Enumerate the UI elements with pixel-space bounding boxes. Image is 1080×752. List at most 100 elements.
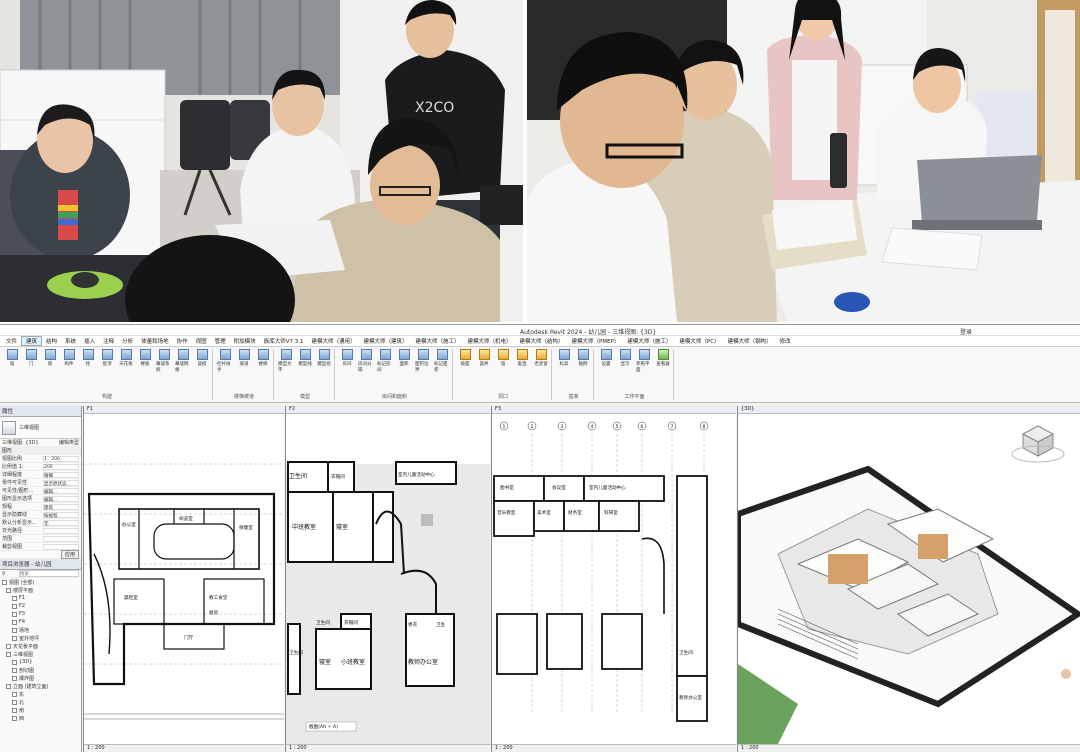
ribbon-button-2-1[interactable]: 模型线	[297, 349, 313, 373]
browser-item[interactable]: {3D}	[0, 658, 81, 666]
browser-item[interactable]: 三维视图	[0, 650, 81, 658]
view-f2[interactable]: F2 卫生间 衣帽间 室内儿童活动中心 中班教室 寝室 卫生间 衣帽间 更衣 卫…	[285, 406, 490, 752]
tab-9[interactable]: 视图	[192, 337, 211, 345]
tab-7[interactable]: 体量和场地	[137, 337, 173, 345]
ribbon-button-1-1[interactable]: 坡道	[236, 349, 252, 373]
tab-8[interactable]: 协作	[173, 337, 192, 345]
ribbon-button-3-1[interactable]: 房间分隔	[358, 349, 374, 373]
tab-19[interactable]: 建模大师（施工）	[623, 337, 675, 345]
ribbon-button-0-2[interactable]: 窗	[42, 349, 58, 373]
ribbon-button-4-4[interactable]: 老虎窗	[533, 349, 549, 367]
tab-0[interactable]: 文件	[2, 337, 21, 345]
view-icon	[12, 707, 17, 713]
ribbon-button-1-0[interactable]: 栏杆扶手	[217, 349, 233, 373]
ribbon-button-1-2[interactable]: 楼梯	[255, 349, 271, 373]
tab-2[interactable]: 结构	[42, 337, 61, 345]
tab-15[interactable]: 建模大师（施工）	[411, 337, 463, 345]
tab-6[interactable]: 分析	[118, 337, 137, 345]
ribbon-button-6-2[interactable]: 参照平面	[636, 349, 652, 373]
f1-room-kitchen: 厨房	[209, 609, 219, 616]
property-value[interactable]: 无	[43, 519, 79, 527]
edit-type-button[interactable]: 编辑类型	[59, 439, 79, 446]
tab-20[interactable]: 建模大师（PC）	[675, 337, 723, 345]
browser-item[interactable]: 视图 (全部)	[0, 578, 81, 586]
browser-item[interactable]: 东	[0, 690, 81, 698]
ribbon-button-0-7[interactable]: 楼板	[137, 349, 153, 373]
ribbon-button-3-3[interactable]: 面积	[396, 349, 412, 373]
property-value[interactable]	[43, 527, 79, 534]
tab-3[interactable]: 系统	[61, 337, 80, 345]
browser-item[interactable]: F1	[0, 594, 81, 602]
tab-1[interactable]: 建筑	[21, 336, 43, 346]
browser-item[interactable]: 立面 (建筑立面)	[0, 682, 81, 690]
property-value[interactable]: 编辑...	[43, 495, 79, 503]
browser-item[interactable]: 西	[0, 714, 81, 722]
tab-17[interactable]: 建模大师（结构）	[516, 337, 568, 345]
ribbon-button-3-0[interactable]: 房间	[339, 349, 355, 373]
property-value[interactable]: 显示原状态	[43, 479, 79, 487]
ribbon-button-6-1[interactable]: 显示	[617, 349, 633, 373]
tab-22[interactable]: 修改	[776, 337, 795, 345]
property-value[interactable]: 1 : 200	[43, 455, 79, 462]
ribbon-button-0-6[interactable]: 天花板	[118, 349, 134, 373]
sign-in-link[interactable]: 登录	[960, 327, 972, 336]
view-selector[interactable]: 三维视图: {3D}	[2, 439, 39, 446]
ribbon-button-0-10[interactable]: 竖梃	[194, 349, 210, 373]
view-f1[interactable]: F1 办公室 阅览室 保健室 晨检室 教工食堂 厨房 门厅 1: 200	[83, 406, 284, 752]
property-value[interactable]: 按规程	[43, 511, 79, 519]
ribbon-button-2-2[interactable]: 模型组	[316, 349, 332, 373]
property-value[interactable]: 精细	[43, 471, 79, 479]
tab-14[interactable]: 建模大师（建筑）	[359, 337, 411, 345]
ribbon-button-0-3[interactable]: 构件	[61, 349, 77, 373]
browser-item[interactable]: 楼层平面	[0, 586, 81, 594]
tab-4[interactable]: 插入	[80, 337, 99, 345]
ribbon-button-0-0[interactable]: 墙	[4, 349, 20, 373]
browser-item[interactable]: 剖切图	[0, 666, 81, 674]
ribbon-button-4-0[interactable]: 按面	[457, 349, 473, 367]
type-selector[interactable]: 三维视图	[0, 417, 81, 439]
tab-11[interactable]: 附加模块	[230, 337, 260, 345]
browser-item[interactable]: F3	[0, 610, 81, 618]
ribbon-button-2-0[interactable]: 模型文字	[278, 349, 294, 373]
browser-item[interactable]: F4	[0, 618, 81, 626]
property-value[interactable]	[43, 535, 79, 542]
browser-item[interactable]: 天花板平面	[0, 642, 81, 650]
tab-21[interactable]: 建模大师（钢构）	[724, 337, 776, 345]
tab-5[interactable]: 注释	[99, 337, 118, 345]
ribbon-button-0-5[interactable]: 屋顶	[99, 349, 115, 373]
ribbon-button-0-1[interactable]: 门	[23, 349, 39, 373]
tab-18[interactable]: 建模大师（PMEP）	[568, 337, 624, 345]
property-value[interactable]: 200	[43, 463, 79, 470]
apply-button[interactable]: 应用	[60, 550, 79, 559]
tab-13[interactable]: 建模大师（通用）	[307, 337, 359, 345]
ribbon-button-0-8[interactable]: 幕墙系统	[156, 349, 172, 373]
ribbon-button-3-4[interactable]: 面积边界	[415, 349, 431, 373]
property-value[interactable]: 编辑...	[43, 487, 79, 495]
ribbon-button-0-9[interactable]: 幕墙网格	[175, 349, 191, 373]
ribbon-button-0-4[interactable]: 柱	[80, 349, 96, 373]
property-value[interactable]: 建筑	[43, 503, 79, 511]
browser-item[interactable]: 南	[0, 706, 81, 714]
browser-item[interactable]: 场地	[0, 626, 81, 634]
ribbon-button-4-1[interactable]: 竖井	[476, 349, 492, 367]
ribbon-button-6-3[interactable]: 查看器	[655, 349, 671, 373]
tab-16[interactable]: 建模大师（机电）	[464, 337, 516, 345]
ribbon-button-4-2[interactable]: 墙	[495, 349, 511, 367]
browser-item[interactable]: 北	[0, 698, 81, 706]
browser-item[interactable]: F2	[0, 602, 81, 610]
tab-10[interactable]: 管理	[211, 337, 230, 345]
ribbon-button-4-3[interactable]: 垂直	[514, 349, 530, 367]
ribbon-button-3-2[interactable]: 标记房间	[377, 349, 393, 373]
ribbon-button-6-0[interactable]: 设置	[598, 349, 614, 373]
f2-room-wc-1: 卫生间	[289, 472, 307, 480]
tab-12[interactable]: 族库大师V7.3.1	[260, 337, 308, 345]
property-value[interactable]	[43, 543, 79, 550]
browser-search-input[interactable]	[19, 570, 79, 577]
ribbon-button-5-1[interactable]: 轴网	[575, 349, 591, 367]
browser-item[interactable]: 爆炸图	[0, 674, 81, 682]
ribbon-button-3-5[interactable]: 标记面积	[434, 349, 450, 373]
browser-item[interactable]: 室外地坪	[0, 634, 81, 642]
ribbon-button-5-0[interactable]: 标高	[556, 349, 572, 367]
view-f3[interactable]: F3 12345678 图书室 会议室 室内儿童活动中心 音乐教室 美术室 财务…	[491, 406, 736, 752]
view-3d[interactable]: {3D} 1: 200	[737, 406, 1080, 752]
